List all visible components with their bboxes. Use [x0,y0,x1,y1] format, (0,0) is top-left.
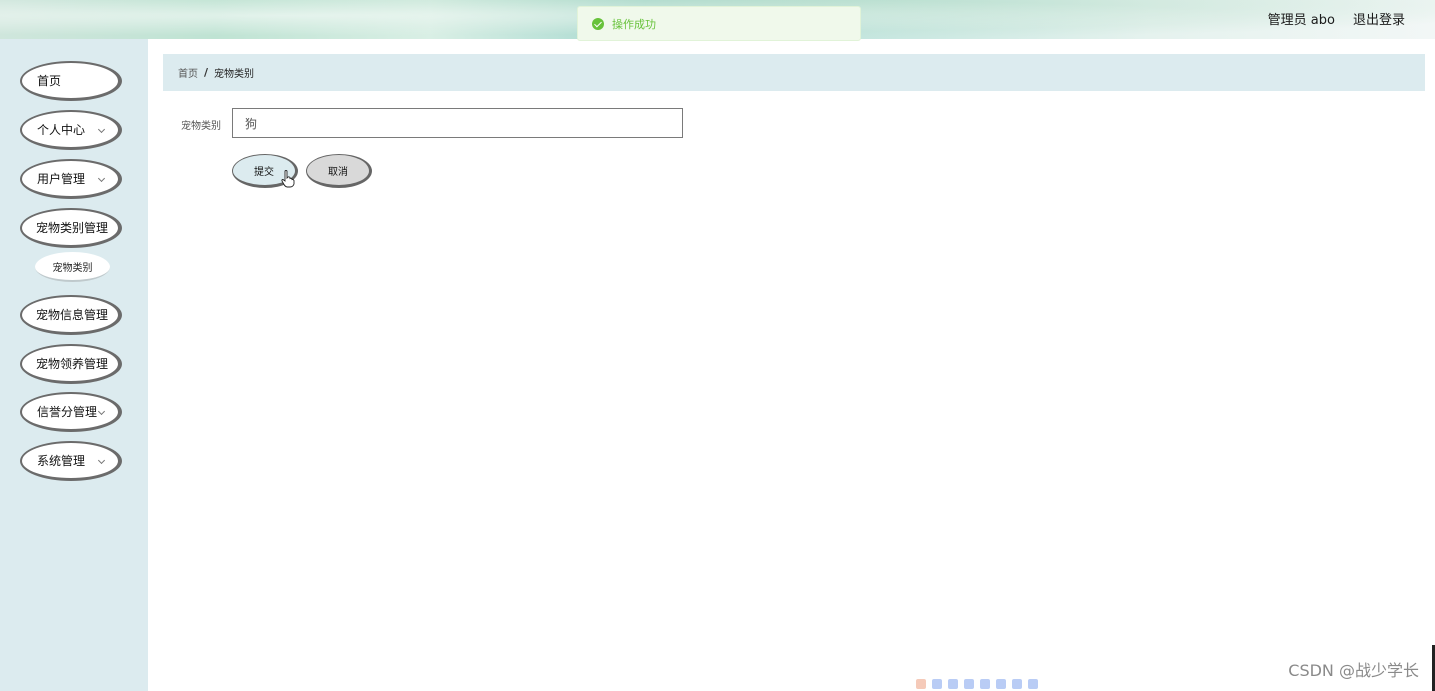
hand-cursor-icon [281,170,295,188]
breadcrumb: 首页 / 宠物类别 [163,54,1425,91]
submit-button-label: 提交 [254,166,274,178]
ime-moon-icon [948,679,958,689]
sidebar-item-label: 宠物类别管理 [36,221,109,235]
sidebar-item-system-mgmt[interactable]: 系统管理 [20,441,122,481]
current-user-label: 管理员 abo [1267,13,1335,28]
chevron-down-icon [97,125,106,133]
sidebar-item-adoption-mgmt[interactable]: 宠物领养管理 [20,344,122,384]
ime-logo-icon [916,679,926,689]
ime-skin-icon [996,679,1006,689]
sidebar: 首页 个人中心 用户管理 宠物类别管理 宠物类别 宠物信息管理 宠物领养管理 信… [0,39,148,691]
ime-tools-icon [1012,679,1022,689]
success-toast: 操作成功 [577,6,861,41]
ime-settings-icon [1028,679,1038,689]
sidebar-item-label: 宠物信息管理 [36,308,109,322]
ime-punct-icon [964,679,974,689]
pet-category-input[interactable] [232,108,683,138]
cancel-button[interactable]: 取消 [306,154,372,188]
breadcrumb-home[interactable]: 首页 [178,65,198,80]
sidebar-item-label: 个人中心 [37,123,86,137]
submenu-item-pet-category[interactable]: 宠物类别 [35,252,110,282]
cancel-button-label: 取消 [328,166,348,178]
sidebar-item-users[interactable]: 用户管理 [20,159,122,199]
sidebar-item-credit-mgmt[interactable]: 信誉分管理 [20,392,122,432]
sidebar-item-label: 宠物领养管理 [36,357,109,371]
sidebar-item-pet-category-mgmt[interactable]: 宠物类别管理 [20,208,122,248]
chevron-down-icon [97,456,106,464]
sidebar-item-profile[interactable]: 个人中心 [20,110,122,150]
breadcrumb-current: 宠物类别 [214,69,255,80]
toast-message: 操作成功 [612,17,656,31]
csdn-watermark: CSDN @战少学长 [1288,661,1419,680]
ime-keyboard-icon [980,679,990,689]
chevron-down-icon [97,174,106,182]
sidebar-item-label: 首页 [37,74,62,88]
check-circle-icon [592,17,604,30]
sidebar-item-label: 用户管理 [37,172,86,186]
submenu-item-label: 宠物类别 [52,262,93,274]
sidebar-item-pet-info-mgmt[interactable]: 宠物信息管理 [20,295,122,335]
logout-link[interactable]: 退出登录 [1353,9,1405,28]
sidebar-item-label: 信誉分管理 [37,405,98,419]
chevron-down-icon [97,407,106,415]
sidebar-item-home[interactable]: 首页 [20,61,122,101]
sidebar-item-label: 系统管理 [37,454,86,468]
ime-toolbar [916,679,1038,689]
ime-lang-icon [932,679,942,689]
pet-category-label: 宠物类别 [181,121,221,132]
header-user-area: 管理员 abo 退出登录 [1268,9,1405,28]
breadcrumb-separator: / [204,66,209,79]
